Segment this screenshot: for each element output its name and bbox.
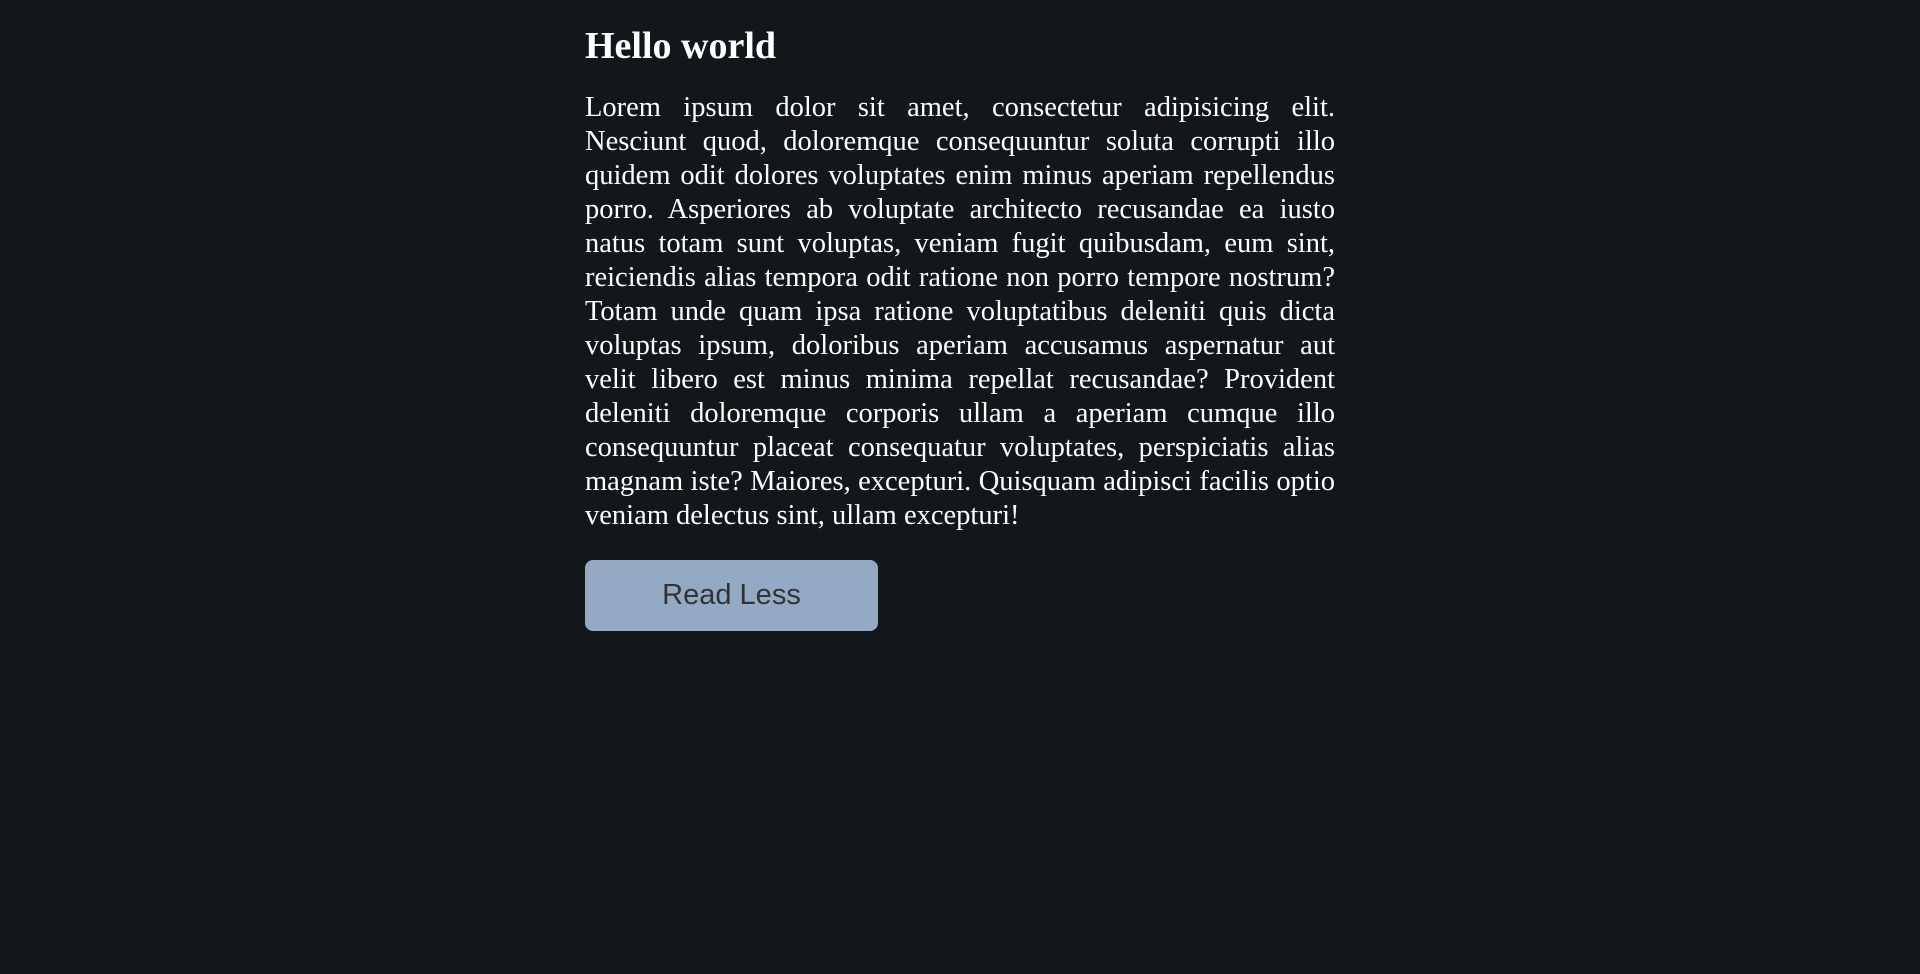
- content-container: Hello world Lorem ipsum dolor sit amet, …: [585, 0, 1335, 631]
- page-title: Hello world: [585, 25, 777, 67]
- body-paragraph: Lorem ipsum dolor sit amet, consectetur …: [585, 92, 1335, 531]
- read-less-button[interactable]: Read Less: [585, 560, 878, 631]
